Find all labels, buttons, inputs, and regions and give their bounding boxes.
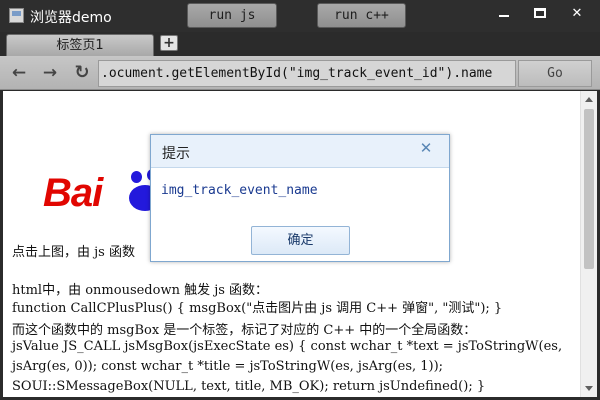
arrow-left-icon: ←	[11, 63, 27, 83]
dialog-ok-button[interactable]: 确定	[251, 226, 350, 255]
close-window-button[interactable]: ✕	[566, 4, 588, 24]
page-text-line: function CallCPlusPlus() { msgBox("点击图片由…	[12, 301, 503, 316]
new-tab-button[interactable]: +	[160, 35, 178, 51]
maximize-icon	[534, 8, 546, 18]
reload-icon: ↻	[74, 62, 90, 83]
message-dialog: 提示 ✕ img_track_event_name 确定	[150, 134, 450, 262]
scroll-up-icon[interactable]	[585, 97, 593, 102]
close-icon: ✕	[571, 6, 583, 21]
minimize-icon	[499, 15, 509, 17]
close-icon: ✕	[419, 139, 433, 157]
scroll-down-icon[interactable]	[585, 386, 593, 391]
scrollbar-thumb[interactable]	[584, 109, 594, 269]
tab-bar: 标签页1 +	[0, 32, 600, 56]
dialog-header: 提示 ✕	[151, 135, 449, 168]
page-text-line: jsValue JS_CALL jsMsgBox(jsExecState es)…	[12, 339, 563, 354]
plus-icon: +	[163, 35, 175, 51]
dialog-message: img_track_event_name	[161, 183, 318, 198]
window-title: 浏览器demo	[30, 10, 112, 26]
navigation-bar: ← → ↻ .ocument.getElementById("img_track…	[0, 56, 600, 90]
app-window-icon	[9, 8, 24, 23]
baidu-logo[interactable]: Bai	[43, 169, 163, 219]
tab-1[interactable]: 标签页1	[6, 34, 154, 56]
page-text-line: 点击上图，由 js 函数	[12, 245, 135, 260]
title-bar: 浏览器demo run js run c++ ✕	[0, 0, 600, 32]
vertical-scrollbar[interactable]	[580, 91, 597, 397]
go-button[interactable]: Go	[518, 60, 592, 87]
dialog-title: 提示	[162, 146, 190, 162]
page-text-line: jsArg(es, 0)); const wchar_t *title = js…	[12, 359, 444, 374]
page-text-line: SOUI::SMessageBox(NULL, text, title, MB_…	[12, 379, 486, 394]
minimize-button[interactable]	[493, 4, 515, 24]
dialog-close-button[interactable]: ✕	[417, 139, 435, 157]
maximize-button[interactable]	[529, 4, 551, 24]
arrow-right-icon: →	[42, 63, 58, 83]
run-js-button[interactable]: run js	[187, 3, 277, 28]
page-text-line: html中，由 onmousedown 触发 js 函数：	[12, 283, 269, 298]
back-button[interactable]: ←	[9, 63, 29, 83]
page-text-line: 而这个函数中的 msgBox 是一个标签，标记了对应的 C++ 中的一个全局函数…	[12, 323, 477, 338]
forward-button[interactable]: →	[40, 63, 60, 83]
logo-paw-toe	[131, 171, 142, 183]
reload-button[interactable]: ↻	[72, 63, 92, 83]
address-input[interactable]: .ocument.getElementById("img_track_event…	[98, 60, 516, 87]
run-cpp-button[interactable]: run c++	[317, 3, 406, 28]
logo-text: Bai	[43, 171, 103, 215]
